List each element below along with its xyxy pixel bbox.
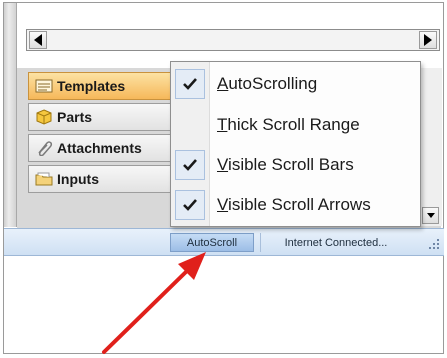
horizontal-scrollbar[interactable] — [26, 29, 440, 51]
scroll-down-button[interactable] — [422, 207, 439, 224]
resize-grip-icon[interactable] — [429, 239, 441, 251]
parts-cube-icon — [36, 109, 52, 125]
arrow-right-icon — [424, 34, 432, 46]
left-splitter[interactable] — [4, 3, 17, 227]
connection-status: Internet Connected... — [260, 233, 411, 252]
folder-icon — [35, 172, 53, 186]
menu-item-thick-scroll-range[interactable]: Thick Scroll Range — [171, 105, 420, 145]
arrow-down-icon — [426, 213, 435, 218]
menu-item-autoscrolling[interactable]: AutoScrolling — [171, 64, 420, 104]
connection-label: Internet Connected... — [284, 236, 388, 249]
nav-tab-label: Inputs — [57, 171, 99, 187]
arrow-left-icon — [34, 34, 42, 46]
templates-icon — [35, 79, 53, 93]
menu-item-label: Visible Scroll Arrows — [217, 195, 371, 214]
menu-item-label: AutoScrolling — [217, 74, 318, 93]
top-panel — [17, 3, 443, 23]
nav-tab-label: Templates — [57, 78, 126, 94]
menu-item-visible-scroll-bars[interactable]: Visible Scroll Bars — [171, 145, 420, 185]
checkmark-box — [175, 110, 205, 140]
paperclip-icon — [38, 141, 53, 156]
checkmark-box — [175, 190, 205, 220]
nav-tab-inputs[interactable]: Inputs — [28, 165, 185, 193]
checkmark-box — [175, 150, 205, 180]
nav-tab-parts[interactable]: Parts — [28, 103, 185, 131]
checkmark-icon — [183, 78, 197, 90]
status-bar: AutoScroll Internet Connected... — [4, 228, 444, 256]
scroll-options-context-menu: AutoScrolling Thick Scroll Range Visible… — [170, 61, 421, 227]
nav-tab-attachments[interactable]: Attachments — [28, 134, 185, 162]
scroll-right-button[interactable] — [419, 31, 437, 49]
annotation-arrow-icon — [102, 252, 206, 354]
nav-tab-label: Attachments — [57, 140, 142, 156]
checkmark-icon — [183, 159, 197, 171]
menu-item-label: Thick Scroll Range — [217, 115, 360, 134]
checkmark-icon — [183, 199, 197, 211]
menu-item-visible-scroll-arrows[interactable]: Visible Scroll Arrows — [171, 185, 420, 225]
menu-item-label: Visible Scroll Bars — [217, 155, 354, 174]
vertical-scrollbar[interactable] — [419, 68, 442, 226]
checkmark-box — [175, 69, 205, 99]
nav-tab-templates[interactable]: Templates — [28, 72, 185, 100]
nav-tab-label: Parts — [57, 109, 93, 125]
scroll-left-button[interactable] — [29, 31, 47, 49]
